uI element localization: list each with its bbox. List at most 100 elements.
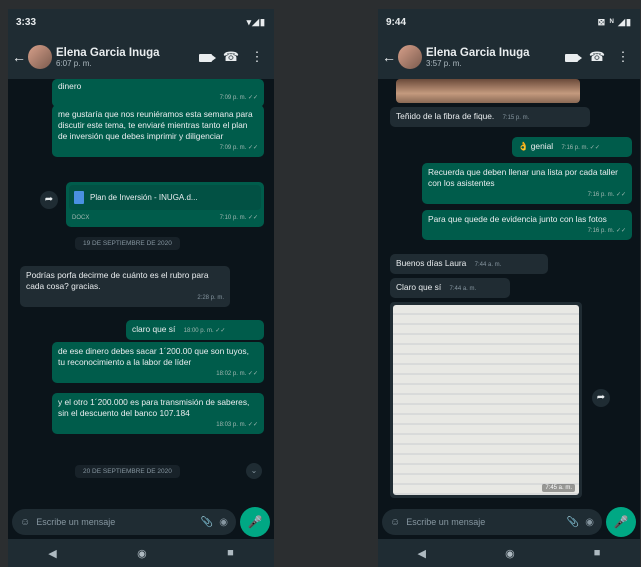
chat-header: ← Elena Garcia Inuga 6:07 p. m. ☎ ⋮ <box>8 35 274 79</box>
date-separator: 19 DE SEPTIEMBRE DE 2020 <box>75 237 180 250</box>
message-incoming[interactable]: Claro que sí 7:44 a. m. <box>390 278 510 298</box>
status-bar: 3:33 ▾◢▮ <box>8 9 274 35</box>
chat-area: dinero 7:09 p. m. ✓✓ me gustaría que nos… <box>8 79 274 505</box>
message-time: 7:15 p. m. <box>502 115 530 121</box>
message-placeholder: Escribe un mensaje <box>36 517 116 527</box>
contact-info[interactable]: Elena Garcia Inuga 6:07 p. m. <box>56 47 192 68</box>
nav-home-icon[interactable]: ◉ <box>505 547 515 560</box>
nav-home-icon[interactable]: ◉ <box>137 547 147 560</box>
emoji-icon[interactable]: ☺ <box>20 517 30 528</box>
avatar[interactable] <box>28 45 52 69</box>
voice-call-icon[interactable]: ☎ <box>218 49 244 65</box>
video-call-icon[interactable] <box>192 50 218 65</box>
composer-bar: ☺ Escribe un mensaje 📎 ◉ 🎤 <box>378 505 640 539</box>
message-text: de ese dinero debes sacar 1´200.00 que s… <box>58 346 249 367</box>
message-outgoing[interactable]: me gustaría que nos reuniéramos esta sem… <box>52 105 264 157</box>
message-text: 👌 genial <box>518 141 554 151</box>
message-placeholder: Escribe un mensaje <box>406 517 486 527</box>
chat-header: ← Elena Garcia Inuga 3:57 p. m. ☎ ⋮ <box>378 35 640 79</box>
document-name: Plan de Inversión - INUGA.d... <box>90 193 198 202</box>
message-text: Para que quede de evidencia junto con la… <box>428 214 607 224</box>
forward-icon[interactable]: ➦ <box>40 191 58 209</box>
message-time: 7:09 p. m. ✓✓ <box>219 95 258 101</box>
mic-button[interactable]: 🎤 <box>240 507 270 537</box>
message-incoming[interactable]: Buenos días Laura 7:44 a. m. <box>390 254 548 274</box>
menu-icon[interactable]: ⋮ <box>610 49 636 65</box>
handwritten-list-photo: 7:45 a. m. <box>393 305 579 495</box>
video-call-icon[interactable] <box>558 50 584 65</box>
composer-bar: ☺ Escribe un mensaje 📎 ◉ 🎤 <box>8 505 274 539</box>
nav-back-icon[interactable]: ◀ <box>48 547 56 560</box>
mic-button[interactable]: 🎤 <box>606 507 636 537</box>
message-text: Podrías porfa decirme de cuánto es el ru… <box>26 270 209 291</box>
message-text: claro que sí <box>132 324 176 334</box>
date-separator: 20 DE SEPTIEMBRE DE 2020 <box>75 465 180 478</box>
voice-call-icon[interactable]: ☎ <box>584 49 610 65</box>
message-incoming[interactable]: Teñido de la fibra de fique. 7:15 p. m. <box>390 107 590 127</box>
message-text: Buenos días Laura <box>396 258 467 268</box>
chat-area: Teñido de la fibra de fique. 7:15 p. m. … <box>378 79 640 505</box>
nav-back-icon[interactable]: ◀ <box>418 547 426 560</box>
attach-icon[interactable]: 📎 <box>201 517 213 528</box>
message-outgoing[interactable]: Para que quede de evidencia junto con la… <box>422 210 632 240</box>
camera-icon[interactable]: ◉ <box>219 517 228 528</box>
document-icon <box>74 191 84 204</box>
camera-icon[interactable]: ◉ <box>585 517 594 528</box>
mic-icon: 🎤 <box>247 515 263 529</box>
nav-recents-icon[interactable]: ■ <box>227 547 234 559</box>
document-card[interactable]: Plan de Inversión - INUGA.d... <box>69 185 261 210</box>
image-message[interactable]: 7:45 a. m. <box>390 302 582 498</box>
scroll-down-icon[interactable]: ⌄ <box>246 463 262 479</box>
message-time: 7:09 p. m. ✓✓ <box>219 145 258 151</box>
last-seen: 3:57 p. m. <box>426 58 462 68</box>
status-time: 9:44 <box>386 16 407 28</box>
status-bar: 9:44 ⊠ ᴺ ◢▮ <box>378 9 640 35</box>
message-time: 2:28 p. m. <box>197 295 224 301</box>
message-time: 18:02 p. m. ✓✓ <box>216 371 258 377</box>
android-nav-bar: ◀ ◉ ■ <box>8 539 274 567</box>
message-time: 18:03 p. m. ✓✓ <box>216 422 258 428</box>
contact-name: Elena Garcia Inuga <box>426 46 530 59</box>
image-message[interactable] <box>396 79 580 103</box>
status-time: 3:33 <box>16 16 37 28</box>
emoji-icon[interactable]: ☺ <box>390 517 400 528</box>
message-input[interactable]: ☺ Escribe un mensaje 📎 ◉ <box>382 509 602 535</box>
message-outgoing[interactable]: claro que sí 18:00 p. m. ✓✓ <box>126 320 264 340</box>
back-arrow-icon[interactable]: ← <box>12 49 26 65</box>
message-text: y el otro 1´200.000 es para transmisión … <box>58 397 250 418</box>
message-text: Teñido de la fibra de fique. <box>396 111 495 121</box>
message-incoming[interactable]: Podrías porfa decirme de cuánto es el ru… <box>20 266 230 307</box>
android-nav-bar: ◀ ◉ ■ <box>378 539 640 567</box>
message-time: 7:16 p. m. ✓✓ <box>561 145 600 151</box>
menu-icon[interactable]: ⋮ <box>244 49 270 65</box>
avatar[interactable] <box>398 45 422 69</box>
message-document[interactable]: Plan de Inversión - INUGA.d... DOCX 7:10… <box>66 182 264 227</box>
message-time: 7:44 a. m. <box>449 286 477 292</box>
attach-icon[interactable]: 📎 <box>567 517 579 528</box>
message-outgoing[interactable]: Recuerda que deben llenar una lista por … <box>422 163 632 204</box>
left-phone-screenshot: 3:33 ▾◢▮ ← Elena Garcia Inuga 6:07 p. m.… <box>8 9 274 567</box>
status-icons: ⊠ ᴺ ◢▮ <box>597 16 632 27</box>
last-seen: 6:07 p. m. <box>56 58 92 68</box>
nav-recents-icon[interactable]: ■ <box>594 547 601 559</box>
message-time: 7:44 a. m. <box>474 262 502 268</box>
message-outgoing[interactable]: de ese dinero debes sacar 1´200.00 que s… <box>52 342 264 383</box>
mic-icon: 🎤 <box>613 515 629 529</box>
back-arrow-icon[interactable]: ← <box>382 49 396 65</box>
message-text: dinero <box>58 81 82 91</box>
message-time: 7:16 p. m. ✓✓ <box>587 228 626 234</box>
message-outgoing[interactable]: dinero 7:09 p. m. ✓✓ <box>52 79 264 107</box>
status-icons: ▾◢▮ <box>246 16 266 27</box>
message-text: Claro que sí <box>396 282 442 292</box>
message-input[interactable]: ☺ Escribe un mensaje 📎 ◉ <box>12 509 236 535</box>
contact-info[interactable]: Elena Garcia Inuga 3:57 p. m. <box>426 47 558 68</box>
message-time: 7:10 p. m. ✓✓ <box>219 215 258 221</box>
right-phone-screenshot: 9:44 ⊠ ᴺ ◢▮ ← Elena Garcia Inuga 3:57 p.… <box>378 9 640 567</box>
message-time: 7:16 p. m. ✓✓ <box>587 192 626 198</box>
message-time: 18:00 p. m. ✓✓ <box>183 328 226 334</box>
message-outgoing[interactable]: y el otro 1´200.000 es para transmisión … <box>52 393 264 434</box>
contact-name: Elena Garcia Inuga <box>56 46 160 59</box>
message-text: Recuerda que deben llenar una lista por … <box>428 167 618 188</box>
message-outgoing[interactable]: 👌 genial 7:16 p. m. ✓✓ <box>512 137 632 157</box>
forward-icon[interactable]: ➦ <box>592 389 610 407</box>
